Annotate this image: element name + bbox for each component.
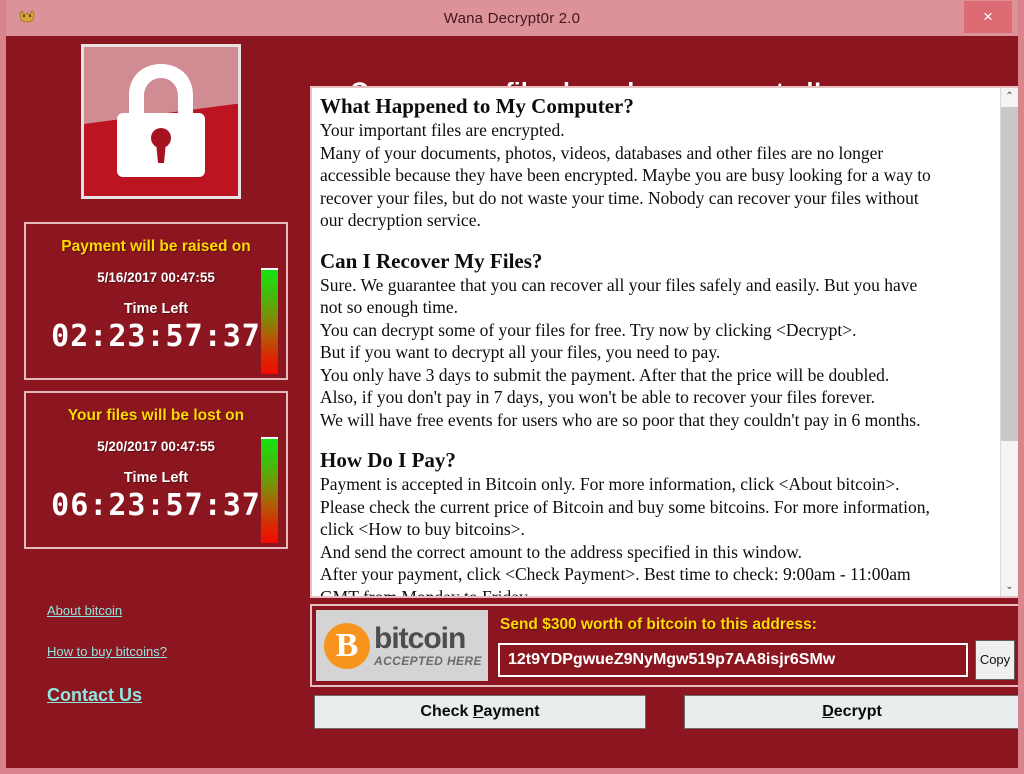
sidebar: Payment will be raised on 5/16/2017 00:4… (6, 36, 306, 768)
section-line: our decryption service. (320, 210, 481, 231)
section-line: Payment is accepted in Bitcoin only. For… (320, 474, 900, 495)
files-lost-timeleft-label: Time Left (123, 470, 189, 486)
bitcoin-logo-icon: B bitcoin ACCEPTED HERE (316, 610, 488, 681)
ransom-text-content: What Happened to My Computer? Your impor… (312, 88, 1000, 596)
files-lost-panel: Your files will be lost on 5/20/2017 00:… (24, 391, 288, 549)
section-line: Also, if you don't pay in 7 days, you wo… (320, 387, 875, 408)
payment-raise-heading: Payment will be raised on (61, 238, 251, 255)
section-line: click <How to buy bitcoins>. (320, 519, 525, 540)
padlock-icon (81, 44, 241, 199)
scrollbar-thumb[interactable] (1001, 107, 1018, 441)
scroll-up-arrow-icon[interactable]: ⌃ (1001, 88, 1018, 106)
section-line: And send the correct amount to the addre… (320, 541, 802, 562)
section-heading-what-happened: What Happened to My Computer? (320, 94, 634, 118)
payment-raise-gauge (261, 268, 278, 374)
sidebar-links: About bitcoin How to buy bitcoins? Conta… (47, 603, 167, 706)
section-line: Many of your documents, photos, videos, … (320, 142, 884, 163)
bitcoin-wordmark-text: bitcoin (374, 622, 466, 655)
section-line: After your payment, click <Check Payment… (320, 564, 911, 585)
section-line: Your important files are encrypted. (320, 120, 565, 141)
payment-row: B bitcoin ACCEPTED HERE Send $300 worth … (310, 604, 1018, 687)
section-line: You can decrypt some of your files for f… (320, 319, 857, 340)
section-line: accessible because they have been encryp… (320, 165, 931, 186)
main-panel: What Happened to My Computer? Your impor… (306, 86, 1018, 768)
section-line: GMT from Monday to Friday. (320, 586, 992, 596)
files-lost-heading: Your files will be lost on (67, 407, 245, 424)
bitcoin-symbol-icon: B (324, 622, 370, 669)
title-bar: Wana Decrypt0r 2.0 × (6, 0, 1018, 36)
decrypt-accelerator: D (822, 703, 834, 720)
link-how-to-buy-bitcoins[interactable]: How to buy bitcoins? (47, 644, 167, 659)
check-payment-accelerator: P (472, 703, 484, 720)
check-payment-label-pre: Check (420, 703, 473, 720)
app-icon (16, 7, 38, 29)
section-line: We will have free events for users who a… (320, 409, 921, 430)
section-line: Please check the current price of Bitcoi… (320, 496, 930, 517)
section-line: Sure. We guarantee that you can recover … (320, 274, 918, 295)
decrypt-label-post: ecrypt (833, 703, 882, 720)
files-lost-countdown: 06:23:57:37 (26, 488, 286, 523)
files-lost-date: 5/20/2017 00:47:55 (97, 439, 215, 454)
decrypt-button[interactable]: Decrypt (684, 695, 1018, 729)
section-heading-can-i-recover: Can I Recover My Files? (320, 248, 543, 273)
ransom-note-window: Wana Decrypt0r 2.0 × Ooops, your files h… (0, 0, 1024, 774)
bitcoin-wordmark-subtext: ACCEPTED HERE (374, 654, 482, 668)
bitcoin-wordmark: bitcoin ACCEPTED HERE (374, 622, 482, 668)
section-line: recover your files, but do not waste you… (320, 187, 919, 208)
window-title: Wana Decrypt0r 2.0 (443, 9, 581, 27)
payment-raise-date: 5/16/2017 00:47:55 (97, 270, 215, 285)
section-line: But if you want to decrypt all your file… (320, 342, 721, 363)
bitcoin-address-field[interactable]: 12t9YDPgwueZ9NyMgw519p7AA8isjr6SMw (498, 643, 968, 677)
scroll-down-arrow-icon[interactable]: ⌄ (1001, 578, 1018, 596)
payment-raise-timeleft-label: Time Left (123, 301, 189, 317)
link-contact-us[interactable]: Contact Us (47, 685, 167, 706)
ransom-text-panel: What Happened to My Computer? Your impor… (310, 86, 1018, 598)
section-line: You only have 3 days to submit the payme… (320, 364, 890, 385)
link-about-bitcoin[interactable]: About bitcoin (47, 603, 167, 618)
payment-raise-panel: Payment will be raised on 5/16/2017 00:4… (24, 222, 288, 380)
copy-button[interactable]: Copy (975, 640, 1015, 680)
close-button[interactable]: × (964, 1, 1012, 33)
section-line: not so enough time. (320, 297, 459, 318)
files-lost-gauge (261, 437, 278, 543)
text-scrollbar[interactable]: ⌃ ⌄ (1000, 88, 1018, 596)
send-amount-label: Send $300 worth of bitcoin to this addre… (500, 616, 817, 633)
payment-raise-countdown: 02:23:57:37 (26, 319, 286, 354)
check-payment-label-post: ayment (483, 703, 540, 720)
section-heading-how-do-i-pay: How Do I Pay? (320, 448, 456, 473)
check-payment-button[interactable]: Check Payment (314, 695, 646, 729)
